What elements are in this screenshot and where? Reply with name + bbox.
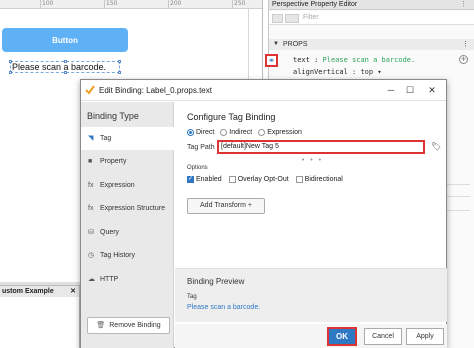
expression-icon: fx xyxy=(88,182,94,189)
bottom-panel xyxy=(0,297,80,348)
property-editor-title: Perspective Property Editor ⋮ xyxy=(269,0,474,10)
minimize-icon[interactable]: ─ xyxy=(384,84,398,97)
more-options-handle[interactable]: • • • xyxy=(301,156,323,164)
designer-window: 100 150 200 250 Button Please scan a bar… xyxy=(0,0,474,348)
prop-row-alignvertical[interactable]: alignVertical : top ▾ xyxy=(293,68,382,76)
cancel-button[interactable]: Cancel xyxy=(364,328,402,345)
prop-row-text[interactable]: text : Please scan a barcode. xyxy=(293,56,415,64)
resize-handle[interactable] xyxy=(118,71,121,74)
binding-type-tag-history[interactable]: ◷ Tag History xyxy=(81,244,174,267)
apply-button[interactable]: Apply xyxy=(406,328,444,345)
ruler-tick: 100 xyxy=(40,0,54,9)
binding-type-expression[interactable]: fx Expression xyxy=(81,174,174,197)
expression-structure-icon: fx xyxy=(88,205,94,212)
binding-type-heading: Binding Type xyxy=(87,111,139,121)
preview-value: Please scan a barcode. xyxy=(187,304,261,311)
radio-indirect[interactable]: Indirect xyxy=(220,129,252,136)
resize-handle[interactable] xyxy=(9,71,12,74)
dialog-footer: OK Cancel Apply xyxy=(175,324,447,348)
checkbox-overlay-opt-out[interactable]: Overlay Opt-Out xyxy=(228,176,289,183)
checkbox-bidirectional[interactable]: Bidirectional xyxy=(295,176,343,183)
binding-type-sidebar: Binding Type ◥ Tag ■ Property fx Express… xyxy=(81,102,174,348)
label-component-text: Please scan a barcode. xyxy=(12,62,107,72)
resize-handle[interactable] xyxy=(9,60,12,63)
filter-input[interactable]: Filter xyxy=(303,14,319,21)
binding-link-icon[interactable]: ⚭ xyxy=(265,54,278,67)
dialog-title: Edit Binding: Label_0.props.text xyxy=(99,86,212,95)
tag-browse-icon[interactable]: 🏷 xyxy=(431,142,441,151)
resize-handle[interactable] xyxy=(64,60,67,63)
options-label: Options xyxy=(187,165,208,171)
binding-type-http[interactable]: ☁ HTTP xyxy=(81,268,174,291)
binding-config-panel: Configure Tag Binding Direct Indirect Ex… xyxy=(175,102,447,348)
close-icon[interactable]: ✕ xyxy=(70,286,76,297)
expand-icon[interactable] xyxy=(272,14,283,23)
maximize-icon[interactable]: ☐ xyxy=(403,84,417,97)
radio-direct[interactable]: Direct xyxy=(187,129,214,136)
preview-source-label: Tag xyxy=(187,294,197,300)
tab-label: ustom Example xyxy=(2,288,54,295)
tag-icon: ◥ xyxy=(88,135,94,142)
tag-path-label: Tag Path xyxy=(187,144,215,151)
checkbox-enabled[interactable]: Enabled xyxy=(187,175,222,183)
database-icon: ⛁ xyxy=(88,229,94,236)
label-component[interactable]: Please scan a barcode. xyxy=(9,60,121,74)
remove-binding-button[interactable]: 🗑 Remove Binding xyxy=(87,317,170,334)
panel-menu-icon[interactable]: ⋮ xyxy=(460,0,467,10)
preview-title: Binding Preview xyxy=(187,277,245,286)
guide-line xyxy=(248,9,249,89)
close-icon[interactable]: ✕ xyxy=(425,84,439,97)
button-component[interactable]: Button xyxy=(2,28,128,52)
props-section-header[interactable]: ▼ PROPS ⋮ xyxy=(269,39,474,50)
ok-button[interactable]: OK xyxy=(327,327,357,346)
section-menu-icon[interactable]: ⋮ xyxy=(462,39,469,50)
property-toolbar: Filter xyxy=(269,11,474,25)
resize-handle[interactable] xyxy=(118,60,121,63)
collapse-icon[interactable] xyxy=(285,14,299,23)
binding-type-property[interactable]: ■ Property xyxy=(81,150,174,173)
add-property-icon[interactable]: + xyxy=(459,55,468,64)
ruler-tick: 150 xyxy=(104,0,118,9)
property-icon: ■ xyxy=(88,158,93,165)
tag-mode-radio-group: Direct Indirect Expression xyxy=(187,129,302,136)
binding-type-expression-structure[interactable]: fx Expression Structure xyxy=(81,197,174,220)
add-transform-button[interactable]: Add Transform + xyxy=(187,198,265,214)
options-checkbox-group: Enabled Overlay Opt-Out Bidirectional xyxy=(187,175,343,183)
app-logo-icon xyxy=(85,85,95,95)
config-title: Configure Tag Binding xyxy=(187,112,276,122)
caret-down-icon: ▼ xyxy=(273,41,279,47)
cloud-icon: ☁ xyxy=(88,276,95,283)
horizontal-ruler: 100 150 200 250 xyxy=(0,0,262,9)
edit-binding-dialog: Edit Binding: Label_0.props.text ─ ☐ ✕ B… xyxy=(80,79,447,348)
resize-handle[interactable] xyxy=(64,71,67,74)
binding-type-tag[interactable]: ◥ Tag xyxy=(81,127,174,150)
binding-preview: Binding Preview Tag Please scan a barcod… xyxy=(175,269,447,322)
tab-custom-example[interactable]: ustom Example ✕ xyxy=(0,285,80,297)
tag-path-input[interactable]: [default]New Tag 5 xyxy=(217,140,425,154)
binding-type-query[interactable]: ⛁ Query xyxy=(81,221,174,244)
trash-icon: 🗑 xyxy=(96,322,106,329)
history-icon: ◷ xyxy=(88,252,95,259)
dialog-title-bar[interactable]: Edit Binding: Label_0.props.text ─ ☐ ✕ xyxy=(81,80,446,101)
ruler-tick: 200 xyxy=(168,0,182,9)
ruler-tick: 250 xyxy=(232,0,246,9)
radio-expression[interactable]: Expression xyxy=(258,129,302,136)
